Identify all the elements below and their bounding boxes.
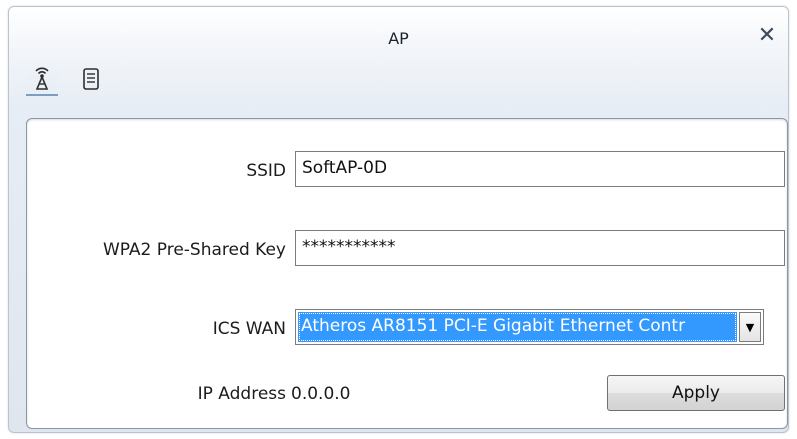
tab-info[interactable] — [75, 62, 107, 96]
tab-ap[interactable] — [26, 62, 58, 96]
ssid-label: SSID — [246, 161, 286, 181]
ip-address-value: 0.0.0.0 — [291, 384, 351, 404]
window-title: AP — [388, 29, 409, 48]
ssid-input[interactable]: SoftAP-0D — [295, 151, 785, 187]
ip-address-label: IP Address — [197, 384, 286, 404]
document-icon — [83, 68, 99, 90]
key-label: WPA2 Pre-Shared Key — [102, 240, 286, 260]
dropdown-arrow[interactable]: ▼ — [739, 312, 761, 342]
close-icon: ✕ — [757, 23, 777, 48]
ics-wan-label: ICS WAN — [212, 319, 286, 339]
close-button[interactable]: ✕ — [756, 25, 778, 47]
ics-wan-select[interactable]: Atheros AR8151 PCI-E Gigabit Ethernet Co… — [295, 309, 764, 345]
pre-shared-key-input[interactable]: *********** — [295, 230, 785, 266]
chevron-down-icon: ▼ — [745, 320, 755, 334]
ap-window: AP ✕ SSID SoftAP-0D WPA2 Pre-Shared Key … — [8, 6, 789, 433]
apply-button[interactable]: Apply — [607, 375, 785, 411]
settings-panel: SSID SoftAP-0D WPA2 Pre-Shared Key *****… — [26, 118, 788, 429]
ics-wan-selected-value: Atheros AR8151 PCI-E Gigabit Ethernet Co… — [298, 312, 737, 342]
antenna-icon — [35, 67, 49, 90]
